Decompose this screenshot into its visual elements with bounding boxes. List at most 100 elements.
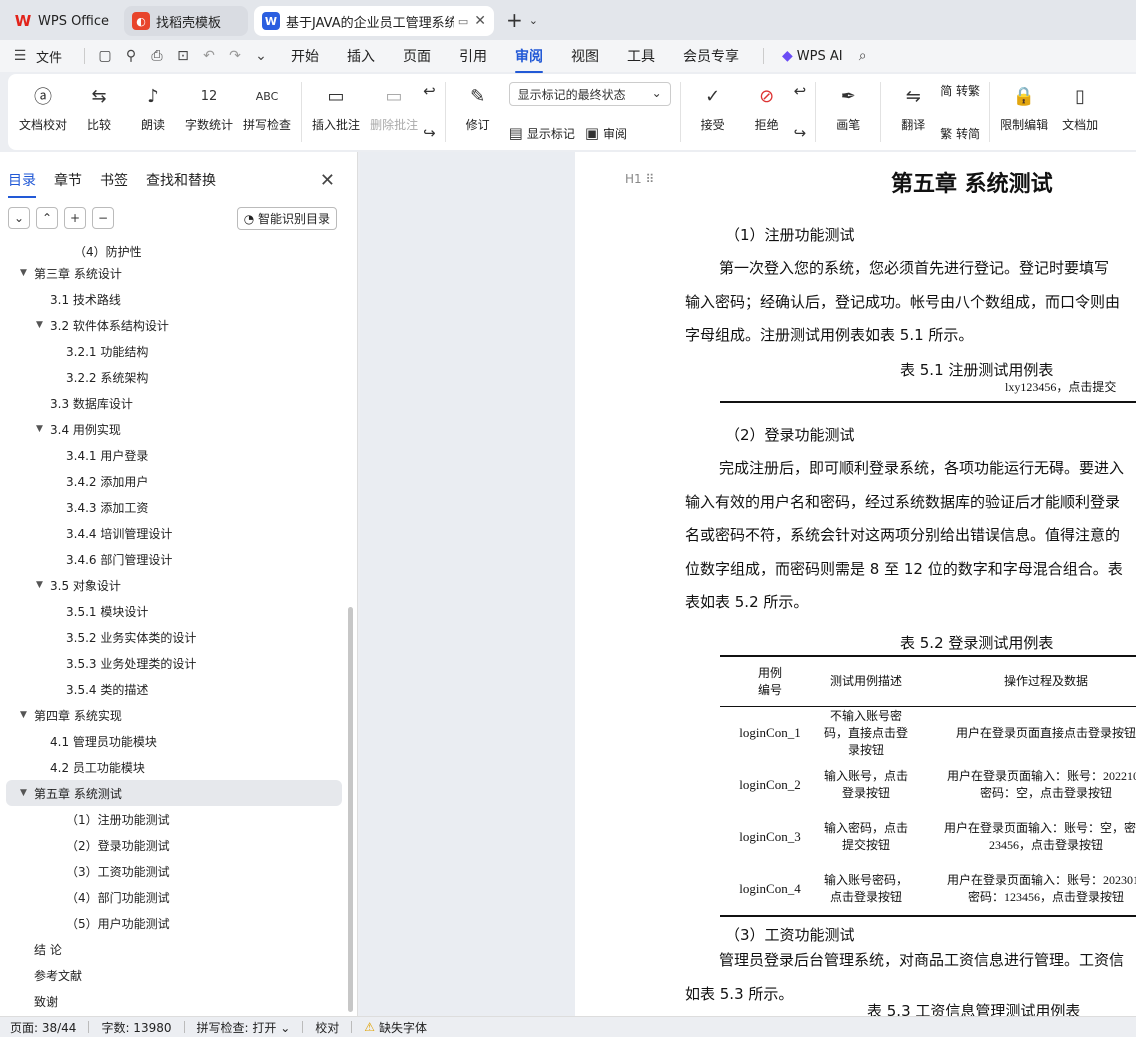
nav-tab-chapters[interactable]: 章节 bbox=[54, 170, 82, 190]
save-icon[interactable]: ▢ bbox=[95, 48, 115, 64]
prev-comment-icon[interactable]: ↩ bbox=[423, 82, 436, 100]
hamburger-icon[interactable]: ☰ bbox=[10, 48, 30, 64]
restrict-edit-button[interactable]: 🔒 限制编辑 bbox=[1000, 82, 1048, 133]
chevron-down-icon[interactable]: ⌄ bbox=[529, 14, 538, 27]
print-icon[interactable]: ⎙ bbox=[147, 48, 167, 64]
toc-item[interactable]: （4）部门功能测试 bbox=[0, 884, 346, 910]
menu-tab-member[interactable]: 会员专享 bbox=[683, 46, 739, 66]
compare-button[interactable]: ⇆ 比较 bbox=[77, 82, 121, 133]
page-indicator[interactable]: 页面: 38/44 bbox=[10, 1019, 76, 1036]
word-count-button[interactable]: 12 字数统计 bbox=[185, 82, 233, 133]
more-chevron-icon[interactable]: ⌄ bbox=[251, 48, 271, 64]
toc-item[interactable]: 3.4.6 部门管理设计 bbox=[0, 546, 346, 572]
doc-protect-button[interactable]: ▯ 文档加 bbox=[1058, 82, 1102, 133]
heading-handle-icon[interactable]: H1 ⠿ bbox=[625, 172, 654, 186]
toc-item[interactable]: ▼ 第三章 系统设计 bbox=[0, 260, 346, 286]
next-change-icon[interactable]: ↪ bbox=[794, 124, 807, 142]
toc-scrollbar[interactable] bbox=[348, 607, 353, 1012]
toc-item[interactable]: 结 论 bbox=[0, 936, 346, 962]
pen-button[interactable]: ✒ 画笔 bbox=[826, 82, 870, 133]
markup-select[interactable]: 显示标记的最终状态 ⌄ bbox=[508, 82, 671, 106]
toc-item[interactable]: 3.5.3 业务处理类的设计 bbox=[0, 650, 346, 676]
proofread-button[interactable]: ⓐ 文档校对 bbox=[19, 82, 67, 133]
expand-arrow-icon[interactable]: ▼ bbox=[36, 580, 50, 590]
tab-template[interactable]: ◐ 找稻壳模板 bbox=[124, 6, 248, 36]
toc-item[interactable]: ▼ 第四章 系统实现 bbox=[0, 702, 346, 728]
toc-item[interactable]: ▼ 3.4 用例实现 bbox=[0, 416, 346, 442]
menu-tab-home[interactable]: 开始 bbox=[291, 46, 319, 66]
menu-tab-references[interactable]: 引用 bbox=[459, 46, 487, 66]
tab-document[interactable]: W 基于JAVA的企业员工管理系统 ▭ ✕ bbox=[254, 6, 494, 36]
search-icon[interactable]: ⌕ bbox=[853, 48, 873, 64]
toc-item[interactable]: 3.2.2 系统架构 bbox=[0, 364, 346, 390]
toc-item[interactable]: （5）用户功能测试 bbox=[0, 910, 346, 936]
toc-item[interactable]: 3.3 数据库设计 bbox=[0, 390, 346, 416]
close-tab-icon[interactable]: ✕ bbox=[474, 13, 486, 29]
toc-item[interactable]: ▼ 3.5 对象设计 bbox=[0, 572, 346, 598]
collapse-up-icon[interactable]: ⌃ bbox=[36, 207, 58, 229]
toc-item[interactable]: 3.5.4 类的描述 bbox=[0, 676, 346, 702]
toc-item[interactable]: 3.1 技术路线 bbox=[0, 286, 346, 312]
to-simplified-button[interactable]: 繁 转简 bbox=[940, 125, 980, 142]
expand-arrow-icon[interactable]: ▼ bbox=[20, 268, 34, 278]
nav-tab-find-replace[interactable]: 查找和替换 bbox=[146, 170, 216, 190]
tab-wps-office[interactable]: W WPS Office bbox=[6, 6, 118, 36]
format-painter-icon[interactable]: ⚲ bbox=[121, 48, 141, 64]
undo-icon[interactable]: ↶ bbox=[199, 48, 219, 64]
show-markup-button[interactable]: ▤ 显示标记 bbox=[509, 124, 575, 142]
add-icon[interactable]: + bbox=[64, 207, 86, 229]
wps-ai-button[interactable]: ◆ WPS AI bbox=[782, 48, 843, 64]
toc-item[interactable]: 参考文献 bbox=[0, 962, 346, 988]
expand-down-icon[interactable]: ⌄ bbox=[8, 207, 30, 229]
nav-tab-toc[interactable]: 目录 bbox=[8, 170, 36, 198]
menu-tab-review[interactable]: 审阅 bbox=[515, 46, 544, 73]
expand-arrow-icon[interactable]: ▼ bbox=[36, 320, 50, 330]
print-preview-icon[interactable]: ⊡ bbox=[173, 48, 193, 64]
prev-change-icon[interactable]: ↩ bbox=[794, 82, 807, 100]
toc-item[interactable]: ▼ 第五章 系统测试 bbox=[6, 780, 342, 806]
spell-check-button[interactable]: ABC 拼写检查 bbox=[243, 82, 291, 133]
toc-item[interactable]: 3.4.3 添加工资 bbox=[0, 494, 346, 520]
nav-tab-bookmarks[interactable]: 书签 bbox=[100, 170, 128, 190]
word-count-status[interactable]: 字数: 13980 bbox=[101, 1019, 171, 1036]
toc-item[interactable]: （3）工资功能测试 bbox=[0, 858, 346, 884]
toc-item[interactable]: （1）注册功能测试 bbox=[0, 806, 346, 832]
reject-button[interactable]: ⊘ 拒绝 bbox=[745, 82, 789, 133]
read-aloud-button[interactable]: ♪ 朗读 bbox=[131, 82, 175, 133]
close-icon[interactable]: ✕ bbox=[320, 170, 335, 191]
toc-item[interactable]: ▼ 3.2 软件体系结构设计 bbox=[0, 312, 346, 338]
menu-tab-insert[interactable]: 插入 bbox=[347, 46, 375, 66]
spell-check-status[interactable]: 拼写检查: 打开 ⌄ bbox=[197, 1019, 291, 1036]
proof-status[interactable]: 校对 bbox=[315, 1019, 339, 1036]
toc-item[interactable]: 4.1 管理员功能模块 bbox=[0, 728, 346, 754]
toc-item[interactable]: 3.5.2 业务实体类的设计 bbox=[0, 624, 346, 650]
menu-tab-view[interactable]: 视图 bbox=[571, 46, 599, 66]
toc-item[interactable]: （4）防护性 bbox=[0, 242, 346, 260]
toc-item[interactable]: 3.4.2 添加用户 bbox=[0, 468, 346, 494]
file-menu[interactable]: 文件 bbox=[36, 47, 62, 66]
translate-button[interactable]: ⇋ 翻译 bbox=[891, 82, 935, 133]
revise-button[interactable]: ✎ 修订 bbox=[456, 82, 500, 133]
document-page[interactable]: H1 ⠿ 第五章 系统测试 （1）注册功能测试 第一次登入您的系统，您必须首先进… bbox=[575, 152, 1136, 1016]
toc-item[interactable]: 4.2 员工功能模块 bbox=[0, 754, 346, 780]
to-traditional-button[interactable]: 简 转繁 bbox=[940, 82, 980, 99]
toc-item[interactable]: 3.2.1 功能结构 bbox=[0, 338, 346, 364]
smart-toc-button[interactable]: ◔ 智能识别目录 bbox=[236, 206, 337, 230]
delete-comment-button[interactable]: ▭ 删除批注 bbox=[370, 82, 418, 133]
toc-item[interactable]: 3.4.4 培训管理设计 bbox=[0, 520, 346, 546]
toc-item[interactable]: （2）登录功能测试 bbox=[0, 832, 346, 858]
review-pane-button[interactable]: ▣ 审阅 bbox=[585, 124, 627, 142]
menu-tab-page[interactable]: 页面 bbox=[403, 46, 431, 66]
expand-arrow-icon[interactable]: ▼ bbox=[20, 788, 34, 798]
menu-tab-tools[interactable]: 工具 bbox=[627, 46, 655, 66]
redo-icon[interactable]: ↷ bbox=[225, 48, 245, 64]
monitor-icon[interactable]: ▭ bbox=[458, 15, 468, 28]
toc-item[interactable]: 3.5.1 模块设计 bbox=[0, 598, 346, 624]
insert-comment-button[interactable]: ▭ 插入批注 bbox=[312, 82, 360, 133]
expand-arrow-icon[interactable]: ▼ bbox=[20, 710, 34, 720]
expand-arrow-icon[interactable]: ▼ bbox=[36, 424, 50, 434]
next-comment-icon[interactable]: ↪ bbox=[423, 124, 436, 142]
toc-item[interactable]: 致谢 bbox=[0, 988, 346, 1014]
minus-icon[interactable]: − bbox=[92, 207, 114, 229]
missing-font-status[interactable]: 缺失字体 bbox=[379, 1019, 427, 1036]
